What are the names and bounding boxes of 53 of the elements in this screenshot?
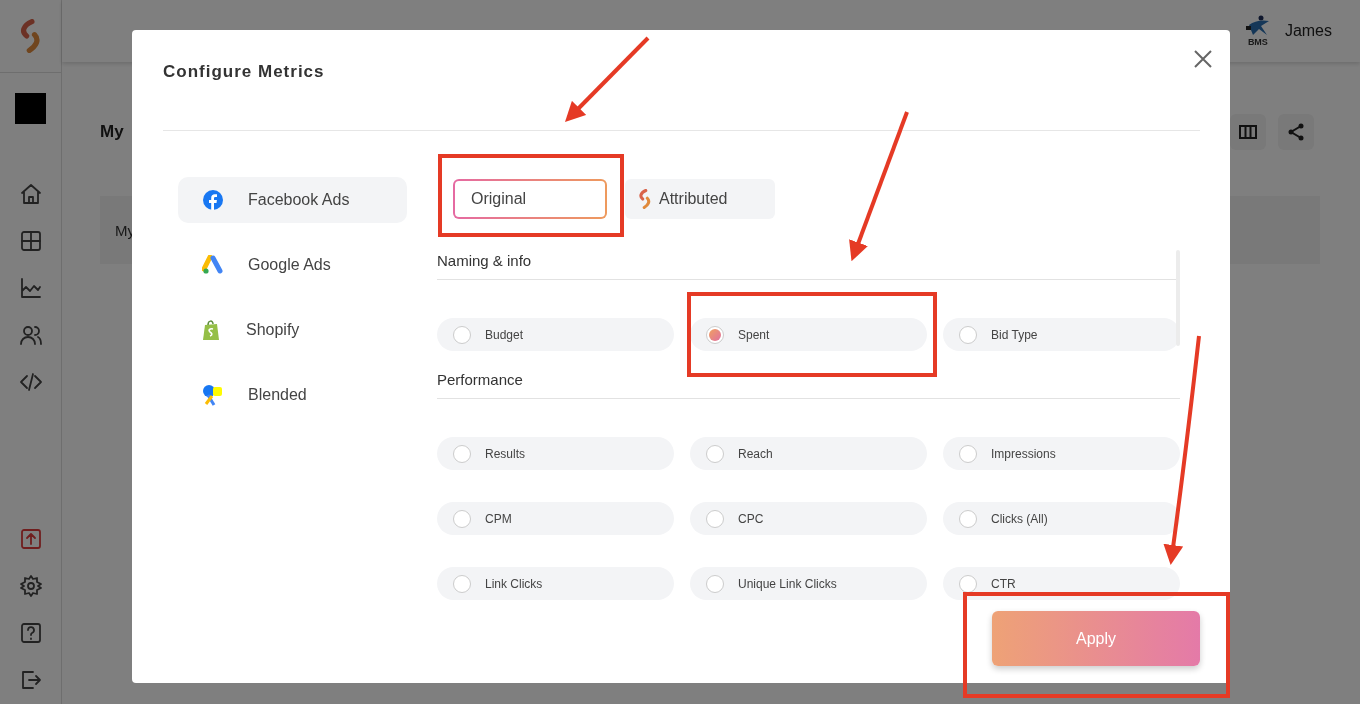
metric-option[interactable]: CPC xyxy=(690,502,927,535)
metric-option[interactable]: Unique Link Clicks xyxy=(690,567,927,600)
users-icon[interactable] xyxy=(18,323,43,347)
brand-logo xyxy=(15,93,46,124)
radio[interactable] xyxy=(453,325,471,344)
close-button[interactable] xyxy=(1192,48,1214,70)
radio[interactable] xyxy=(706,574,724,593)
swirl-logo-icon xyxy=(637,189,653,209)
source-item[interactable]: Facebook Ads xyxy=(178,177,407,223)
metric-option[interactable]: CPM xyxy=(437,502,674,535)
blended-icon xyxy=(202,384,224,406)
columns-icon xyxy=(1238,122,1258,142)
radio[interactable] xyxy=(706,509,724,528)
radio[interactable] xyxy=(453,574,471,593)
metric-option[interactable]: Budget xyxy=(437,318,674,351)
dashboard-icon[interactable] xyxy=(18,229,43,253)
mode-tab[interactable]: Attributed xyxy=(625,179,775,219)
metric-option[interactable]: Clicks (All) xyxy=(943,502,1180,535)
page-title: My xyxy=(100,122,124,142)
mode-tab[interactable]: Original xyxy=(453,179,607,219)
metric-option[interactable]: Reach xyxy=(690,437,927,470)
settings-icon[interactable] xyxy=(18,574,43,598)
google-ads-icon xyxy=(202,255,224,275)
metric-option[interactable]: Link Clicks xyxy=(437,567,674,600)
source-item[interactable]: Blended xyxy=(178,372,407,418)
user-name[interactable]: James xyxy=(1284,22,1332,40)
home-icon[interactable] xyxy=(18,182,43,206)
chart-icon[interactable] xyxy=(18,276,43,300)
radio[interactable] xyxy=(959,574,977,593)
radio[interactable] xyxy=(959,325,977,344)
help-icon[interactable] xyxy=(18,621,43,645)
close-icon xyxy=(1192,48,1214,70)
radio[interactable] xyxy=(453,509,471,528)
shopping-bag-icon xyxy=(202,319,222,341)
radio[interactable] xyxy=(959,509,977,528)
source-item[interactable]: Google Ads xyxy=(178,242,407,288)
company-logo-text: BMS xyxy=(1247,37,1268,47)
section-title: Performance xyxy=(437,369,1180,399)
code-icon[interactable] xyxy=(18,370,43,394)
radio[interactable] xyxy=(959,444,977,463)
share-icon xyxy=(1286,122,1306,142)
radio[interactable] xyxy=(706,325,724,344)
share-button[interactable] xyxy=(1278,114,1314,150)
columns-button[interactable] xyxy=(1230,114,1266,150)
facebook-icon xyxy=(202,189,224,211)
metric-option[interactable]: Results xyxy=(437,437,674,470)
metric-option[interactable]: Impressions xyxy=(943,437,1180,470)
radio[interactable] xyxy=(453,444,471,463)
metric-option[interactable]: Spent xyxy=(690,318,927,351)
dialog-title: Configure Metrics xyxy=(163,62,325,82)
source-item[interactable]: Shopify xyxy=(178,307,407,353)
upload-icon[interactable] xyxy=(18,527,43,551)
radio[interactable] xyxy=(706,444,724,463)
